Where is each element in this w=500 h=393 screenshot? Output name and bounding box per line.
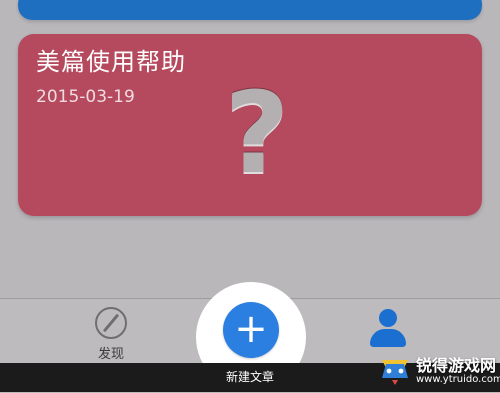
help-article-card[interactable]: 美篇使用帮助 2015-03-19 ? [18,34,482,216]
compass-icon [95,307,127,339]
game-controller-logo [382,360,408,385]
tab-profile[interactable] [368,309,408,349]
tab-discover-label: 发现 [97,347,124,362]
person-icon [379,309,397,327]
help-card-title: 美篇使用帮助 [36,48,186,76]
new-article-button[interactable]: + [223,302,279,358]
question-mark-icon: ? [224,69,290,199]
article-card-previous[interactable] [18,0,482,20]
watermark: 锐得游戏网 www.ytruido.com [378,350,500,392]
help-card-date: 2015-03-19 [36,87,135,107]
watermark-url: www.ytruido.com [416,374,500,385]
watermark-title: 锐得游戏网 [416,356,497,375]
tab-discover[interactable]: 发现 [86,307,136,363]
